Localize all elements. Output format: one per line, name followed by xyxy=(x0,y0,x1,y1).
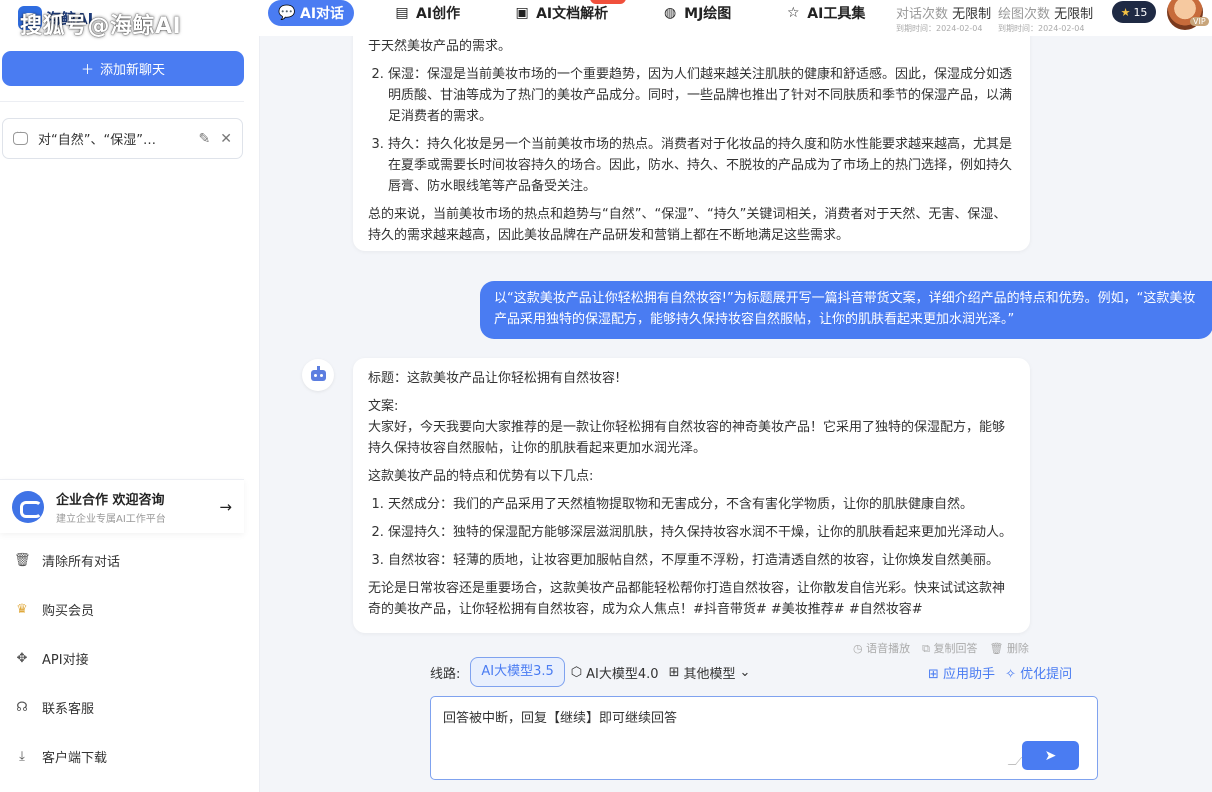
nav-mj-draw[interactable]: ◍ MJ绘图 xyxy=(648,0,745,26)
other-models-dropdown[interactable]: ⊞ 其他模型 ⌄ xyxy=(669,663,751,682)
route-tools: ⊞ 应用助手 ✧ 优化提问 xyxy=(928,657,1072,687)
message-text: 标题：这款美妆产品让你轻松拥有自然妆容! xyxy=(368,371,621,386)
star-icon: ★ xyxy=(1120,5,1131,19)
arrow-right-icon: → xyxy=(219,497,232,516)
send-button[interactable]: ➤ xyxy=(1022,741,1079,770)
grid-icon: ⊞ xyxy=(668,664,680,680)
enterprise-card[interactable]: 企业合作 欢迎咨询 建立企业专属AI工作平台 → xyxy=(0,479,244,533)
add-new-chat-button[interactable]: ＋ 添加新聊天 xyxy=(2,51,244,86)
message-text: 总的来说，当前美妆市场的热点和趋势与“自然”、“保湿”、“持久”关键词相关，消费… xyxy=(368,207,1007,243)
sidebar-item-download[interactable]: ⤓ 客户端下载 xyxy=(0,732,244,781)
star-points-badge[interactable]: ★ 15 xyxy=(1112,1,1156,23)
chat-area: 于天然美妆产品的需求。 保湿：保湿是当前美妆市场的一个重要趋势，因为人们越来越关… xyxy=(260,16,1212,792)
conversation-title: 对“自然”、“保湿”… xyxy=(38,133,156,148)
chat-icon: 💬 xyxy=(278,5,296,21)
message-input-box: 回答被中断，回复【继续】即可继续回答 ➤ xyxy=(430,696,1098,780)
assistant-message: 于天然美妆产品的需求。 保湿：保湿是当前美妆市场的一个重要趋势，因为人们越来越关… xyxy=(353,16,1030,251)
list-item: 保湿持久：独特的保湿配方能够深层滋润肌肤，持久保持妆容水润不干燥，让你的肌肤看起… xyxy=(388,522,1014,543)
route-label: 线路: xyxy=(430,666,461,682)
enterprise-subtitle: 建立企业专属AI工作平台 xyxy=(56,513,166,525)
nav-ai-create[interactable]: ▤ AI创作 xyxy=(380,0,474,26)
watermark: 搜狐号@海鲸AI xyxy=(20,14,182,39)
draw-quota: 绘图次数 无限制 到期时间：2024-02-04 xyxy=(998,7,1094,33)
main-nav: 💬 AI对话 ▤ AI创作 ▣ AI文档解析 ◍ MJ绘图 ☆ AI工具集 xyxy=(268,0,905,26)
document-icon: ▤ xyxy=(395,5,409,21)
sidebar-item-clear-all[interactable]: 🗑 清除所有对话 xyxy=(0,536,244,585)
bot-avatar xyxy=(302,359,334,391)
delete-button[interactable]: 🗑 删除 xyxy=(989,640,1028,656)
voice-play-button[interactable]: ◷ 语音播放 xyxy=(853,640,910,656)
sparkle-icon: ✧ xyxy=(1005,666,1016,682)
chat-quota: 对话次数 无限制 到期时间：2024-02-04 xyxy=(896,7,992,33)
user-message: 以“这款美妆产品让你轻松拥有自然妆容!”为标题展开写一篇抖音带货文案，详细介绍产… xyxy=(480,281,1212,339)
apps-icon: ⊞ xyxy=(928,666,939,682)
assistant-message: 标题：这款美妆产品让你轻松拥有自然妆容! 文案: 大家好，今天我要向大家推荐的是一… xyxy=(353,358,1030,633)
chat-bubble-icon xyxy=(13,128,28,145)
sidebar: ＋ 添加新聊天 对“自然”、“保湿”… ✎ ✕ 企业合作 欢迎咨询 建立企业专属… xyxy=(0,36,260,792)
hexagon-icon: ⬡ xyxy=(570,664,583,680)
edit-icon[interactable]: ✎ xyxy=(199,131,211,147)
message-text: 无论是日常妆容还是重要场合，这款美妆产品都能轻松帮你打造自然妆容，让你散发自信光… xyxy=(368,581,1006,617)
api-icon: ✥ xyxy=(16,651,28,666)
trash-icon: 🗑 xyxy=(14,553,31,568)
sidebar-item-support[interactable]: ☊ 联系客服 xyxy=(0,683,244,732)
conversation-item[interactable]: 对“自然”、“保湿”… ✎ ✕ xyxy=(2,118,243,159)
pdf-icon: ▣ xyxy=(515,5,529,21)
download-icon: ⤓ xyxy=(19,749,25,764)
sidebar-menu: 🗑 清除所有对话 ♛ 购买会员 ✥ API对接 ☊ 联系客服 ⤓ 客户端下载 xyxy=(0,536,244,781)
nav-ai-chat[interactable]: 💬 AI对话 xyxy=(268,0,355,26)
headset-icon: ☊ xyxy=(16,700,28,715)
app-assistant-button[interactable]: ⊞ 应用助手 xyxy=(928,663,995,682)
copy-answer-button[interactable]: ⧉ 复制回答 xyxy=(922,640,977,656)
new-badge xyxy=(590,0,626,4)
sidebar-item-api[interactable]: ✥ API对接 xyxy=(0,634,244,683)
message-list: 保湿：保湿是当前美妆市场的一个重要趋势，因为人们越来越关注肌肤的健康和舒适感。因… xyxy=(368,64,1014,197)
message-list: 天然成分：我们的产品采用了天然植物提取物和无害成分，不含有害化学物质，让你的肌肤… xyxy=(368,494,1014,571)
message-text: 这款美妆产品的特点和优势有以下几点: xyxy=(368,469,594,484)
send-icon: ➤ xyxy=(1044,747,1057,764)
list-item: 自然妆容：轻薄的质地，让妆容更加服帖自然，不厚重不浮粉，打造清透自然的妆容，让你… xyxy=(388,550,1014,571)
model-route-bar: 线路: AI大模型3.5 ⬡ AI大模型4.0 ⊞ 其他模型 ⌄ xyxy=(430,657,760,687)
divider xyxy=(0,101,244,102)
plus-icon: ＋ xyxy=(80,63,94,78)
vip-badge: VIP xyxy=(1190,17,1209,26)
close-icon[interactable]: ✕ xyxy=(220,131,232,147)
sidebar-item-buy-vip[interactable]: ♛ 购买会员 xyxy=(0,585,244,634)
star-icon: ☆ xyxy=(787,5,800,21)
list-item: 天然成分：我们的产品采用了天然植物提取物和无害成分，不含有害化学物质，让你的肌肤… xyxy=(388,494,1014,515)
message-actions: ◷ 语音播放 ⧉ 复制回答 🗑 删除 xyxy=(853,640,1029,656)
enterprise-title: 企业合作 欢迎咨询 xyxy=(56,492,165,508)
message-input[interactable]: 回答被中断，回复【继续】即可继续回答 xyxy=(443,707,1018,765)
message-text: 于天然美妆产品的需求。 xyxy=(368,39,512,54)
optimize-question-button[interactable]: ✧ 优化提问 xyxy=(1005,663,1072,682)
palette-icon: ◍ xyxy=(664,5,677,21)
nav-ai-tools[interactable]: ☆ AI工具集 xyxy=(771,0,879,26)
model-4-0-option[interactable]: ⬡ AI大模型4.0 xyxy=(571,663,659,682)
chevron-down-icon: ⌄ xyxy=(739,664,751,680)
list-item: 持久：持久化妆是另一个当前美妆市场的热点。消费者对于化妆品的持久度和防水性能要求… xyxy=(388,134,1014,197)
robot-icon xyxy=(310,365,326,381)
model-3-5-option[interactable]: AI大模型3.5 xyxy=(470,657,565,687)
top-bar: 海鲸AI 💬 AI对话 ▤ AI创作 ▣ AI文档解析 ◍ MJ绘图 ☆ AI工… xyxy=(0,0,1212,36)
handshake-icon xyxy=(12,490,44,523)
message-text: 文案: 大家好，今天我要向大家推荐的是一款让你轻松拥有自然妆容的神奇美妆产品！它采… xyxy=(368,399,1006,456)
list-item: 保湿：保湿是当前美妆市场的一个重要趋势，因为人们越来越关注肌肤的健康和舒适感。因… xyxy=(388,64,1014,127)
crown-icon: ♛ xyxy=(16,602,28,617)
